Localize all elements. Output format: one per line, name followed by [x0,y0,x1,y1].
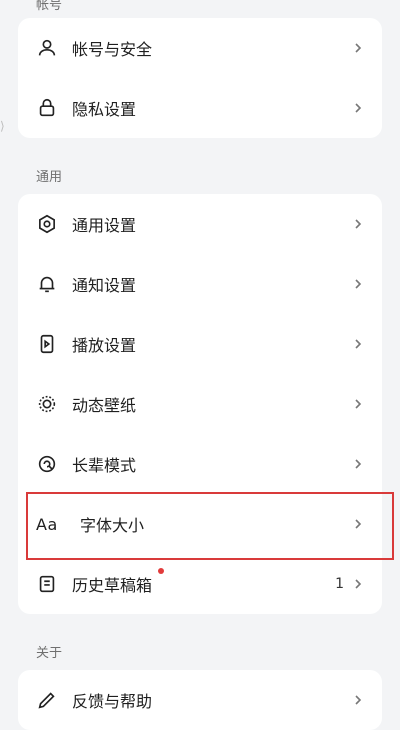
row-label: 帐号与安全 [72,40,153,59]
lock-icon [36,97,58,119]
row-privacy-settings[interactable]: 隐私设置 [18,78,382,138]
account-card: 帐号与安全 隐私设置 [18,18,382,138]
row-general-settings[interactable]: 通用设置 [18,194,382,254]
new-dot [158,568,164,574]
row-label: 通用设置 [72,216,137,235]
draft-count: 1 [335,576,344,592]
row-feedback-help[interactable]: 反馈与帮助 [18,670,382,730]
user-icon [36,37,58,59]
about-card: 反馈与帮助 [18,670,382,730]
section-title-general: 通用 [36,170,63,185]
wallpaper-icon [36,393,58,415]
edit-icon [36,689,58,711]
row-label: 隐私设置 [72,100,137,119]
row-draft-history[interactable]: 历史草稿箱 1 [18,554,382,614]
row-label: 播放设置 [72,336,137,355]
gear-icon [36,213,58,235]
chevron-right-icon [352,278,364,290]
chevron-right-icon [352,42,364,54]
row-label: 反馈与帮助 [72,692,153,711]
row-notification-settings[interactable]: 通知设置 [18,254,382,314]
row-playback-settings[interactable]: 播放设置 [18,314,382,374]
row-account-security[interactable]: 帐号与安全 [18,18,382,78]
row-label: 字体大小 [80,516,145,535]
row-elder-mode[interactable]: 长辈模式 [18,434,382,494]
section-title-about: 关于 [36,646,63,661]
chevron-right-icon [352,694,364,706]
row-font-size[interactable]: Aa 字体大小 [18,494,382,554]
phone-play-icon [36,333,58,355]
side-handle-icon[interactable]: ⟩ [0,112,8,140]
chevron-right-icon [352,218,364,230]
row-label: 历史草稿箱 [72,568,335,596]
row-label: 动态壁纸 [72,396,137,415]
chevron-right-icon [352,338,364,350]
chevron-right-icon [352,578,364,590]
chevron-right-icon [352,398,364,410]
chevron-right-icon [352,518,364,530]
draft-box-icon [36,573,58,595]
general-card: 通用设置 通知设置 播放设置 动态壁纸 长辈模式 Aa 字体大小 历史草稿箱 1 [18,194,382,614]
chevron-right-icon [352,458,364,470]
font-size-icon: Aa [36,514,58,534]
elder-mode-icon [36,453,58,475]
bell-icon [36,273,58,295]
row-label: 通知设置 [72,276,137,295]
draft-label-text: 历史草稿箱 [72,576,153,595]
chevron-right-icon [352,102,364,114]
row-live-wallpaper[interactable]: 动态壁纸 [18,374,382,434]
row-label: 长辈模式 [72,456,137,475]
section-title-account: 帐号 [36,0,63,13]
